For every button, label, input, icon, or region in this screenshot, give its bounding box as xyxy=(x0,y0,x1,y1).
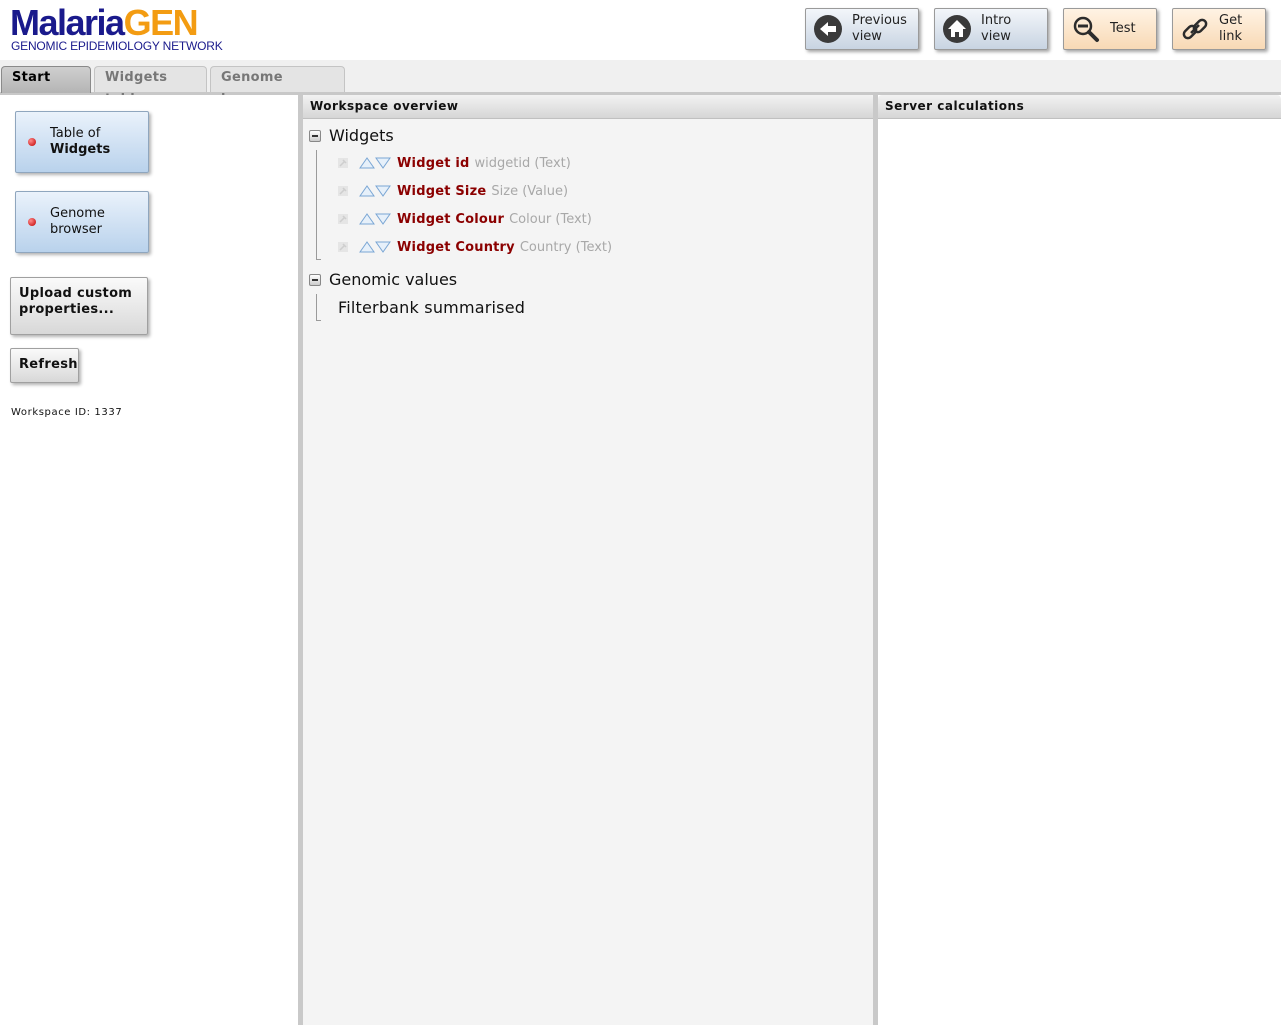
nav-label-line2: browser xyxy=(50,222,103,237)
get-link-button[interactable]: Get link xyxy=(1172,8,1266,50)
logo-subtitle: GENOMIC EPIDEMIOLOGY NETWORK xyxy=(11,39,223,53)
malariagen-logo: MalariaGEN GENOMIC EPIDEMIOLOGY NETWORK xyxy=(10,5,240,55)
logo-text-gen: GEN xyxy=(123,2,199,43)
get-link-label: Get link xyxy=(1219,13,1243,44)
property-name[interactable]: Widget Size xyxy=(397,184,486,199)
property-desc: Colour (Text) xyxy=(509,211,592,227)
move-up-icon[interactable] xyxy=(359,185,375,197)
collapse-icon[interactable] xyxy=(309,129,321,142)
collapse-icon[interactable] xyxy=(309,273,321,286)
server-calculations-title: Server calculations xyxy=(878,95,1281,119)
property-row: Widget Colour Colour (Text) xyxy=(337,210,592,228)
move-down-icon[interactable] xyxy=(375,157,391,169)
tree-connector xyxy=(316,294,321,321)
app-header: MalariaGEN GENOMIC EPIDEMIOLOGY NETWORK … xyxy=(0,0,1281,60)
property-name[interactable]: Widget id xyxy=(397,156,470,171)
move-down-icon[interactable] xyxy=(375,213,391,225)
property-desc: widgetid (Text) xyxy=(474,155,571,171)
property-name[interactable]: Widget Country xyxy=(397,240,515,255)
link-icon xyxy=(1182,18,1208,40)
left-sidebar: Table of Widgets Genome browser Upload cus… xyxy=(0,95,298,1025)
red-dot-icon xyxy=(28,138,36,146)
move-up-icon[interactable] xyxy=(359,241,375,253)
refresh-button[interactable]: Refresh xyxy=(10,348,79,383)
group-label: Genomic values xyxy=(329,270,458,289)
intro-view-label: Intro view xyxy=(981,13,1012,44)
group-label: Widgets xyxy=(329,126,394,145)
move-down-icon[interactable] xyxy=(375,241,391,253)
pin-icon[interactable] xyxy=(337,213,349,225)
arrow-left-circle-icon xyxy=(814,15,842,43)
workspace-id: Workspace ID: 1337 xyxy=(11,407,123,418)
move-up-icon[interactable] xyxy=(359,157,375,169)
tree-connector xyxy=(316,150,321,260)
pin-icon[interactable] xyxy=(337,185,349,197)
logo-text-malaria: Malaria xyxy=(10,2,125,43)
red-dot-icon xyxy=(28,218,36,226)
intro-view-button[interactable]: Intro view xyxy=(934,8,1048,50)
move-up-icon[interactable] xyxy=(359,213,375,225)
tree-item-filterbank-summarised[interactable]: Filterbank summarised xyxy=(338,298,525,317)
tab-widgets-table[interactable]: Widgets table xyxy=(94,66,207,107)
property-row: Widget id widgetid (Text) xyxy=(337,154,571,172)
property-row: Widget Country Country (Text) xyxy=(337,238,612,256)
upload-custom-properties-button[interactable]: Upload custom properties... xyxy=(10,277,148,335)
tab-bar: Start page Widgets table Genome browser xyxy=(0,60,1281,107)
test-button[interactable]: Test xyxy=(1063,8,1157,50)
magnifier-icon xyxy=(1073,16,1099,42)
previous-view-label: Previous view xyxy=(852,13,907,44)
workspace-overview-title: Workspace overview xyxy=(303,95,873,119)
table-of-widgets-button[interactable]: Table of Widgets xyxy=(15,111,149,173)
tab-start-page[interactable]: Start page xyxy=(1,66,91,107)
test-label: Test xyxy=(1110,21,1136,36)
property-desc: Country (Text) xyxy=(519,239,613,255)
pin-icon[interactable] xyxy=(337,241,349,253)
move-down-icon[interactable] xyxy=(375,185,391,197)
property-desc: Size (Value) xyxy=(491,183,569,199)
workspace-overview-panel: Workspace overview Widgets Widget id wid… xyxy=(303,95,873,1025)
tab-genome-browser[interactable]: Genome browser xyxy=(210,66,345,107)
home-icon xyxy=(943,15,971,43)
previous-view-button[interactable]: Previous view xyxy=(805,8,919,50)
genome-browser-button[interactable]: Genome browser xyxy=(15,191,149,253)
tree-group-widgets: Widgets xyxy=(309,126,394,145)
nav-label-line1: Table of xyxy=(50,126,101,141)
tree-group-genomic-values: Genomic values xyxy=(309,270,457,289)
nav-label-line1: Genome xyxy=(50,206,105,221)
server-calculations-panel: Server calculations xyxy=(878,95,1281,1025)
property-name[interactable]: Widget Colour xyxy=(397,212,504,227)
pin-icon[interactable] xyxy=(337,157,349,169)
property-row: Widget Size Size (Value) xyxy=(337,182,568,200)
nav-label-line2: Widgets xyxy=(50,142,111,157)
